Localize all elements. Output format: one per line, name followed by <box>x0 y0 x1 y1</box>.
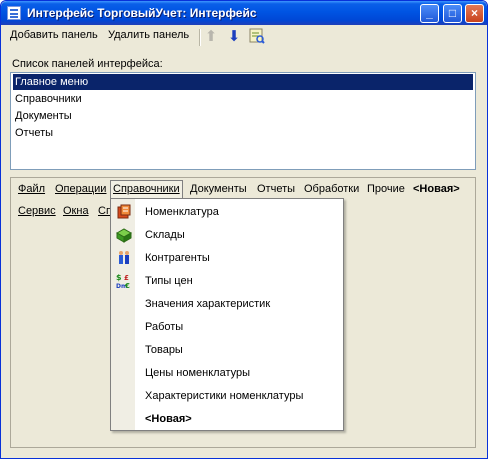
dropdown-item-nomenclature-prices[interactable]: Цены номенклатуры <box>111 362 343 385</box>
panel-list-label: Список панелей интерфейса: <box>12 58 163 70</box>
dropdown-item-nomenclature[interactable]: Номенклатура <box>111 201 343 224</box>
contractors-icon <box>119 251 129 264</box>
title-bar[interactable]: Интерфейс ТорговыйУчет: Интерфейс _ □ × <box>1 1 487 25</box>
dropdown-item-label: Работы <box>145 321 184 333</box>
dropdown-item-label: <Новая> <box>145 413 192 425</box>
add-panel-button[interactable]: Добавить панель <box>10 29 98 41</box>
dropdown-item-new[interactable]: <Новая> <box>111 408 343 431</box>
menu-service[interactable]: Сервис <box>16 202 58 220</box>
panel-list-item[interactable]: Главное меню <box>13 74 473 90</box>
properties-icon[interactable] <box>249 28 265 45</box>
dropdown-item-label: Номенклатура <box>145 206 219 218</box>
dropdown-item-label: Значения характеристик <box>145 298 271 310</box>
close-button[interactable]: × <box>465 4 484 23</box>
dropdown-item-warehouses[interactable]: Склады <box>111 224 343 247</box>
menu-file[interactable]: Файл <box>16 180 47 198</box>
panel-list-item[interactable]: Документы <box>13 108 473 124</box>
minimize-button[interactable]: _ <box>420 4 439 23</box>
warehouse-icon <box>116 228 132 243</box>
down-arrow-icon[interactable]: ⬇ <box>226 28 242 45</box>
remove-panel-button[interactable]: Удалить панель <box>108 29 189 41</box>
dropdown-item-contractors[interactable]: Контрагенты <box>111 247 343 270</box>
svg-text:$: $ <box>116 273 122 282</box>
dropdown-item-characteristic-values[interactable]: Значения характеристик <box>111 293 343 316</box>
toolbar: Добавить панель Удалить панель ⬆ ⬇ <box>5 26 483 48</box>
menu-documents[interactable]: Документы <box>188 180 249 198</box>
dropdown-item-label: Типы цен <box>145 275 193 287</box>
menu-operations[interactable]: Операции <box>53 180 108 198</box>
menu-processing[interactable]: Обработки <box>302 180 361 198</box>
svg-text:€: € <box>124 282 130 289</box>
maximize-button[interactable]: □ <box>443 4 462 23</box>
window: Интерфейс ТорговыйУчет: Интерфейс _ □ × … <box>0 0 488 459</box>
dropdown-item-nomenclature-characteristics[interactable]: Характеристики номенклатуры <box>111 385 343 408</box>
toolbar-separator <box>199 29 201 46</box>
dropdown-item-works[interactable]: Работы <box>111 316 343 339</box>
dropdown-item-label: Склады <box>145 229 185 241</box>
panel-list-item[interactable]: Справочники <box>13 91 473 107</box>
window-icon <box>7 6 21 20</box>
dropdown-item-price-types[interactable]: $ £ Dm € Типы цен <box>111 270 343 293</box>
dropdown-item-label: Характеристики номенклатуры <box>145 390 304 402</box>
panel-list-item[interactable]: Отчеты <box>13 125 473 141</box>
svg-text:£: £ <box>124 274 129 282</box>
catalogs-dropdown: Номенклатура Склады Контрагенты $ £ Dm €… <box>110 198 344 431</box>
menu-reports[interactable]: Отчеты <box>255 180 297 198</box>
menu-other[interactable]: Прочие <box>365 180 407 198</box>
nomenclature-icon <box>117 204 131 219</box>
menu-windows[interactable]: Окна <box>61 202 91 220</box>
dropdown-item-goods[interactable]: Товары <box>111 339 343 362</box>
price-types-icon: $ £ Dm € <box>116 273 130 289</box>
dropdown-item-label: Контрагенты <box>145 252 210 264</box>
up-arrow-icon[interactable]: ⬆ <box>203 28 219 45</box>
dropdown-item-label: Цены номенклатуры <box>145 367 251 379</box>
menu-new[interactable]: <Новая> <box>411 180 462 198</box>
panel-listbox[interactable]: Главное меню Справочники Документы Отчет… <box>10 72 476 170</box>
menu-catalogs[interactable]: Справочники <box>110 180 183 200</box>
dropdown-item-label: Товары <box>145 344 183 356</box>
window-title: Интерфейс ТорговыйУчет: Интерфейс <box>27 6 257 20</box>
